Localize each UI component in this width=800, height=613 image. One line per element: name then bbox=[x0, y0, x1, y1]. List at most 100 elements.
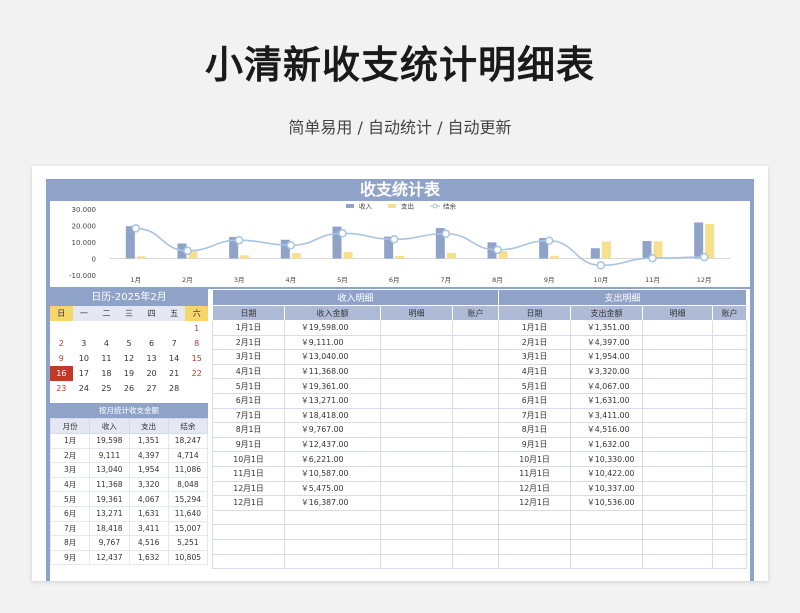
table-cell: 7月 bbox=[49, 520, 91, 537]
calendar-day: 25 bbox=[101, 384, 112, 393]
table-cell: 11,368 bbox=[89, 476, 130, 493]
table-cell: ￥12,437.00 bbox=[284, 436, 381, 453]
calendar-day: 27 bbox=[146, 384, 157, 393]
table-cell bbox=[642, 538, 714, 555]
table-cell: 3月1日 bbox=[212, 349, 285, 365]
page-title: 小清新收支统计明细表 bbox=[204, 43, 595, 87]
table-cell bbox=[380, 363, 453, 380]
chart-legend-swatch bbox=[388, 204, 396, 208]
detail-col-header: 收入金额 bbox=[284, 305, 381, 321]
table-cell bbox=[212, 524, 285, 540]
calendar-day: 26 bbox=[123, 384, 135, 393]
table-cell: ￥1,954.00 bbox=[570, 349, 644, 365]
calendar-day: 9 bbox=[58, 354, 64, 363]
table-cell: 3月1日 bbox=[498, 349, 572, 365]
table-cell bbox=[712, 509, 748, 526]
sheet-frame: 收支统计表 30.000 20.000 10.000 0 -10.000 收入 支出 结余 1月… bbox=[46, 179, 754, 581]
table-row: 12月1日 ￥5,475.00 12月1日 ￥10,337.00 bbox=[212, 480, 748, 497]
table-cell: 18,247 bbox=[167, 433, 209, 449]
table-cell bbox=[642, 392, 714, 409]
table-cell bbox=[498, 509, 572, 526]
table-cell bbox=[380, 451, 453, 467]
table-cell: ￥10,337.00 bbox=[570, 480, 644, 497]
monthly-col-header: 月份 bbox=[49, 418, 91, 434]
table-cell bbox=[451, 422, 500, 438]
table-cell: 1,631 bbox=[128, 505, 169, 522]
table-cell: 1月 bbox=[49, 433, 91, 449]
table-cell: ￥4,516.00 bbox=[570, 422, 644, 438]
table-cell bbox=[498, 538, 572, 555]
table-cell bbox=[570, 553, 644, 570]
table-cell: 4,397 bbox=[128, 447, 169, 464]
calendar-day: 21 bbox=[169, 369, 180, 378]
table-cell bbox=[451, 553, 500, 570]
calendar-day: 19 bbox=[123, 369, 135, 378]
table-cell: 5月 bbox=[49, 491, 91, 507]
table-cell: 9,111 bbox=[89, 447, 130, 464]
table-cell: 4月 bbox=[49, 476, 91, 493]
table-row: 12月1日 ￥16,387.00 12月1日 ￥10,536.00 bbox=[212, 495, 748, 511]
calendar-day: 14 bbox=[169, 354, 180, 363]
table-cell bbox=[712, 538, 748, 555]
table-cell bbox=[380, 320, 453, 336]
chart-bar-expense bbox=[550, 255, 560, 259]
table-cell: 11,086 bbox=[167, 462, 209, 478]
detail-col-header: 账户 bbox=[451, 305, 500, 321]
table-cell bbox=[642, 553, 714, 570]
table-row: 8月 9,767 4,516 5,251 bbox=[49, 535, 209, 551]
table-cell: 4,714 bbox=[167, 447, 209, 464]
calendar-day: 13 bbox=[146, 354, 157, 363]
table-cell bbox=[380, 407, 453, 424]
table-cell: 5月1日 bbox=[498, 378, 572, 394]
calendar-day bbox=[118, 321, 141, 336]
table-cell bbox=[380, 524, 453, 540]
chart-x-tick-label: 7月 bbox=[441, 276, 452, 284]
table-cell: 11月1日 bbox=[212, 465, 285, 482]
table-cell bbox=[380, 553, 453, 570]
calendar-day bbox=[185, 381, 208, 396]
calendar-day: 4 bbox=[103, 339, 109, 348]
chart-bar-expense bbox=[395, 255, 405, 259]
table-cell: 12月1日 bbox=[498, 480, 572, 497]
table-cell bbox=[642, 349, 714, 365]
table-cell: 12,437 bbox=[89, 549, 130, 566]
calendar-weekday: 六 bbox=[185, 306, 208, 321]
chart-balance-point bbox=[338, 229, 347, 238]
table-cell bbox=[212, 509, 285, 526]
table-cell bbox=[451, 334, 500, 351]
table-row: 6月1日 ￥13,271.00 6月1日 ￥1,631.00 bbox=[212, 392, 748, 409]
chart-bar-expense bbox=[291, 253, 301, 259]
chart-area: 30.000 20.000 10.000 0 -10.000 收入 支出 结余 1月 2月 3月 4月… bbox=[50, 201, 750, 287]
table-cell: 3月 bbox=[49, 462, 91, 478]
table-cell bbox=[451, 349, 500, 365]
monthly-summary-table: 月份 收入 支出 结余 1月 19,598 1,351 18,247 2月 9,111 4,397… bbox=[49, 418, 209, 566]
chart-balance-point bbox=[493, 245, 502, 255]
table-cell: ￥19,361.00 bbox=[284, 378, 381, 394]
calendar-day bbox=[95, 321, 118, 336]
chart-x-tick-label: 6月 bbox=[389, 276, 400, 284]
table-cell: 1月1日 bbox=[498, 320, 572, 336]
chart-balance-point bbox=[131, 224, 141, 233]
table-cell: 11,640 bbox=[167, 505, 209, 522]
chart-balance-point bbox=[286, 240, 296, 250]
table-cell: 13,271 bbox=[89, 505, 130, 522]
chart-x-tick-label: 11月 bbox=[645, 276, 660, 284]
table-cell: ￥11,368.00 bbox=[284, 363, 381, 380]
table-cell: 4月1日 bbox=[498, 363, 572, 380]
table-cell bbox=[380, 436, 453, 453]
table-cell: 2月1日 bbox=[212, 334, 285, 351]
table-cell: 6月1日 bbox=[212, 392, 285, 409]
table-cell: ￥10,422.00 bbox=[570, 465, 644, 482]
table-cell bbox=[284, 553, 381, 570]
table-cell bbox=[712, 334, 748, 351]
table-cell: 10,805 bbox=[167, 549, 209, 566]
table-cell bbox=[712, 465, 748, 482]
chart-legend-swatch bbox=[432, 203, 438, 209]
chart-bar-expense bbox=[240, 255, 250, 259]
calendar-day: 28 bbox=[169, 384, 180, 393]
spreadsheet-preview: 收支统计表 30.000 20.000 10.000 0 -10.000 收入 支出 结余 1月… bbox=[32, 166, 768, 581]
calendar-day: 12 bbox=[123, 354, 135, 363]
table-cell bbox=[451, 451, 500, 467]
income-detail-header: 收入明细 bbox=[211, 289, 500, 306]
table-cell: 1,954 bbox=[128, 462, 169, 478]
